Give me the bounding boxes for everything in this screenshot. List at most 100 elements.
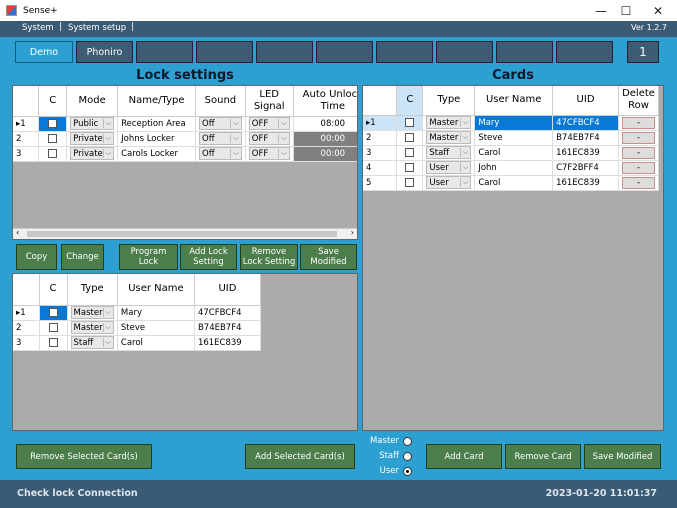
radio-staff[interactable]: Staff — [362, 451, 412, 461]
mode-dropdown[interactable]: Private ⌵ — [70, 132, 115, 145]
remove-selected-cards-button[interactable]: Remove Selected Card(s) — [16, 444, 152, 469]
led-dropdown[interactable]: OFF ⌵ — [248, 132, 290, 145]
user-name-cell[interactable]: Carol — [474, 175, 554, 191]
program-lock-button[interactable]: Program Lock — [119, 244, 178, 270]
table-row[interactable]: 3 Private ⌵ Carols Locker Off ⌵ OFF ⌵ 00:00 — [13, 146, 357, 162]
row-checkbox[interactable] — [48, 148, 58, 158]
uid-cell[interactable]: B74EB7F4 — [194, 320, 262, 336]
select-cell[interactable] — [396, 115, 424, 131]
tab-empty[interactable] — [136, 41, 193, 63]
table-row[interactable]: 3 Staff ⌵ Carol 161EC839 — [13, 335, 262, 351]
type-dropdown[interactable]: Master ⌵ — [426, 116, 472, 129]
row-header[interactable]: 2 — [363, 130, 398, 146]
row-header[interactable]: 3 — [363, 145, 398, 161]
col-header-led-signal[interactable]: LED Signal — [245, 86, 294, 117]
row-checkbox[interactable] — [48, 322, 58, 332]
sound-dropdown[interactable]: Off ⌵ — [199, 132, 242, 145]
col-header-c[interactable]: C — [38, 86, 68, 117]
mode-cell[interactable]: Public ⌵ — [66, 116, 119, 132]
type-cell[interactable]: User ⌵ — [422, 175, 476, 191]
tab-empty[interactable] — [556, 41, 613, 63]
user-name-cell[interactable]: Mary — [117, 305, 195, 321]
type-dropdown[interactable]: Master ⌵ — [426, 131, 472, 144]
delete-cell[interactable]: - — [618, 115, 659, 131]
row-header[interactable]: 2 — [13, 131, 40, 147]
type-dropdown[interactable]: Staff ⌵ — [426, 146, 472, 159]
uid-cell[interactable]: 161EC839 — [552, 175, 619, 191]
col-header-uid[interactable]: UID — [552, 86, 619, 116]
add-selected-cards-button[interactable]: Add Selected Card(s) — [245, 444, 355, 469]
save-modified-cards-button[interactable]: Save Modified — [584, 444, 661, 469]
mode-dropdown[interactable]: Public ⌵ — [70, 117, 115, 130]
user-name-cell[interactable]: Mary — [474, 115, 554, 131]
col-header-c[interactable]: C — [39, 274, 68, 306]
col-header-uid[interactable]: UID — [194, 274, 262, 306]
col-header-type[interactable]: Type — [67, 274, 118, 306]
scroll-left-icon[interactable]: ‹ — [16, 228, 19, 237]
scroll-thumb[interactable] — [27, 231, 337, 237]
radio-master-dot[interactable] — [403, 436, 412, 446]
led-dropdown[interactable]: OFF ⌵ — [248, 147, 290, 160]
col-header-c[interactable]: C — [396, 86, 424, 116]
row-header[interactable]: ▸1 — [13, 305, 40, 321]
col-header-mode[interactable]: Mode — [66, 86, 119, 117]
row-header[interactable]: ▸1 — [13, 116, 40, 132]
uid-cell[interactable]: 47CFBCF4 — [552, 115, 619, 131]
delete-row-button[interactable]: - — [622, 176, 655, 189]
table-row[interactable]: 4 User ⌵ John C7F2BFF4 - — [363, 160, 659, 176]
type-dropdown[interactable]: User ⌵ — [426, 161, 472, 174]
table-row[interactable]: 2 Master ⌵ Steve B74EB7F4 — [13, 320, 262, 336]
remove-card-button[interactable]: Remove Card — [505, 444, 581, 469]
type-cell[interactable]: Master ⌵ — [67, 305, 118, 321]
row-checkbox[interactable] — [405, 162, 415, 172]
row-header[interactable]: ▸1 — [363, 115, 398, 131]
type-cell[interactable]: Staff ⌵ — [422, 145, 476, 161]
row-checkbox[interactable] — [405, 147, 415, 157]
type-dropdown[interactable]: Staff ⌵ — [70, 336, 114, 349]
mode-cell[interactable]: Private ⌵ — [66, 146, 119, 162]
col-header-user-name[interactable]: User Name — [474, 86, 554, 116]
page-number-button[interactable]: 1 — [627, 41, 659, 63]
radio-user[interactable]: User — [362, 466, 412, 476]
tab-empty[interactable] — [496, 41, 553, 63]
remove-lock-setting-button[interactable]: Remove Lock Setting — [240, 244, 298, 270]
col-header-delete-row[interactable]: Delete Row — [618, 86, 659, 116]
col-header-auto-unlock-time[interactable]: Auto Unlock Time — [293, 86, 357, 117]
delete-cell[interactable]: - — [618, 145, 659, 161]
tab-empty[interactable] — [436, 41, 493, 63]
type-cell[interactable]: Master ⌵ — [422, 115, 476, 131]
user-name-cell[interactable]: Steve — [117, 320, 195, 336]
row-header[interactable]: 5 — [363, 175, 398, 191]
tab-empty[interactable] — [196, 41, 253, 63]
led-cell[interactable]: OFF ⌵ — [245, 146, 294, 162]
menu-system-setup[interactable]: System setup — [68, 23, 126, 33]
col-header-name-type[interactable]: Name/Type — [117, 86, 197, 117]
horizontal-scrollbar[interactable]: ‹ › — [13, 228, 357, 239]
table-row[interactable]: 5 User ⌵ Carol 161EC839 - — [363, 175, 659, 191]
col-header-type[interactable]: Type — [422, 86, 476, 116]
tab-empty[interactable] — [316, 41, 373, 63]
mode-cell[interactable]: Private ⌵ — [66, 131, 119, 147]
delete-cell[interactable]: - — [618, 160, 659, 176]
led-cell[interactable]: OFF ⌵ — [245, 131, 294, 147]
col-header-sound[interactable]: Sound — [195, 86, 246, 117]
type-dropdown[interactable]: Master ⌵ — [70, 321, 114, 334]
radio-master[interactable]: Master — [362, 436, 412, 446]
row-header[interactable]: 4 — [363, 160, 398, 176]
time-cell[interactable]: 00:00 — [293, 146, 357, 162]
type-cell[interactable]: Staff ⌵ — [67, 335, 118, 351]
type-cell[interactable]: Master ⌵ — [67, 320, 118, 336]
select-cell[interactable] — [38, 131, 68, 147]
type-dropdown[interactable]: User ⌵ — [426, 176, 472, 189]
uid-cell[interactable]: 47CFBCF4 — [194, 305, 262, 321]
save-modified-button[interactable]: Save Modified — [300, 244, 357, 270]
select-cell[interactable] — [396, 145, 424, 161]
row-checkbox[interactable] — [405, 132, 415, 142]
add-card-button[interactable]: Add Card — [426, 444, 502, 469]
delete-row-button[interactable]: - — [622, 116, 655, 129]
close-button[interactable]: ✕ — [641, 0, 675, 21]
type-cell[interactable]: Master ⌵ — [422, 130, 476, 146]
user-name-cell[interactable]: Carol — [474, 145, 554, 161]
row-checkbox[interactable] — [48, 307, 58, 317]
select-cell[interactable] — [38, 116, 68, 132]
